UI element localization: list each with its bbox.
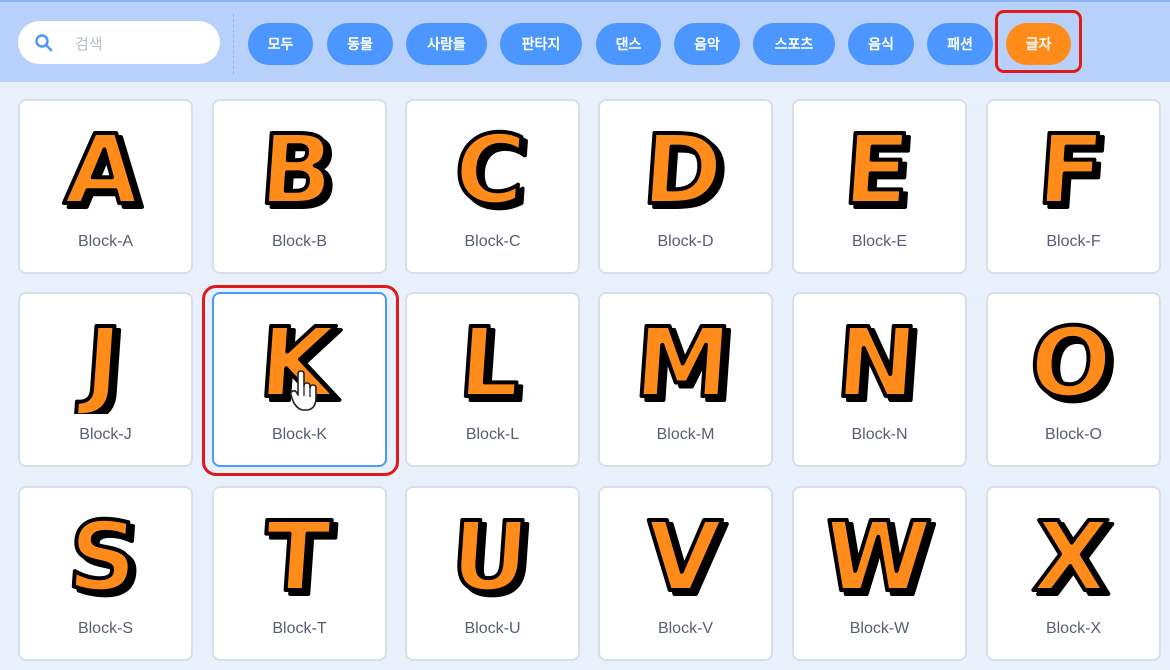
sprite-name: Block-X [1045, 620, 1102, 637]
svg-text:B: B [256, 114, 337, 221]
sprite-name: Block-C [464, 233, 521, 250]
sprite-name: Block-D [657, 233, 714, 250]
sprite-name: Block-W [849, 620, 910, 637]
letter-t-icon: TT [258, 499, 340, 608]
category-people[interactable]: 사람들 [406, 23, 487, 65]
category-fashion[interactable]: 패션 [927, 23, 993, 65]
sprite-tile-block-n[interactable]: N N Block-N [792, 292, 967, 467]
svg-text:D: D [639, 114, 727, 221]
sprite-tile-block-e[interactable]: E E Block-E [792, 99, 967, 274]
search-icon [35, 34, 53, 52]
letter-x-icon: XX [1028, 499, 1119, 608]
sprite-name: Block-U [464, 620, 521, 637]
letter-s-icon: SS [62, 499, 148, 608]
letter-o-icon: OO [1024, 305, 1122, 414]
sprite-tile-block-a[interactable]: A A Block-A [18, 99, 193, 274]
category-dance[interactable]: 댄스 [596, 23, 661, 65]
svg-text:X: X [1030, 501, 1112, 608]
category-music[interactable]: 음악 [674, 23, 740, 65]
letter-e-icon: EE [838, 112, 920, 221]
sprite-tile-block-d[interactable]: D D Block-D [598, 99, 773, 274]
svg-text:V: V [642, 501, 724, 608]
sprite-tile-block-l[interactable]: L L Block-L [405, 292, 580, 467]
svg-text:S: S [64, 501, 141, 608]
svg-text:F: F [1034, 114, 1107, 221]
sprite-name: Block-S [77, 620, 134, 637]
sprite-name: Block-F [1046, 233, 1101, 250]
sprite-tile-block-s[interactable]: S S Block-S [18, 486, 193, 661]
search-input[interactable]: 검색 [18, 21, 220, 64]
letter-a-icon: AA [60, 112, 151, 221]
sprite-tile-block-m[interactable]: M M Block-M [598, 292, 773, 467]
sprite-name: Block-A [77, 233, 134, 250]
sprite-name: Block-B [271, 233, 328, 250]
sprite-tile-block-u[interactable]: U U Block-U [405, 486, 580, 661]
letter-w-icon: WW [826, 499, 936, 608]
svg-text:J: J [75, 307, 125, 414]
sprite-name: Block-E [851, 233, 908, 250]
svg-text:C: C [451, 114, 529, 221]
letter-b-icon: BB [254, 112, 344, 221]
svg-text:A: A [62, 114, 144, 221]
category-sports[interactable]: 스포츠 [753, 23, 835, 65]
sprite-tile-block-x[interactable]: X X Block-X [986, 486, 1161, 661]
sprite-name: Block-T [272, 620, 327, 637]
letter-d-icon: DD [637, 112, 733, 221]
sprite-tile-block-j[interactable]: J J Block-J [18, 292, 193, 467]
letter-u-icon: UU [445, 499, 539, 608]
svg-text:E: E [840, 114, 913, 221]
svg-text:U: U [447, 501, 533, 608]
sprite-tile-block-f[interactable]: F F Block-F [986, 99, 1161, 274]
category-food[interactable]: 음식 [848, 23, 914, 65]
svg-text:L: L [455, 307, 524, 414]
letter-v-icon: VV [640, 499, 731, 608]
letter-n-icon: NN [831, 305, 928, 414]
sprite-tile-block-t[interactable]: T T Block-T [212, 486, 387, 661]
sprite-tile-block-b[interactable]: B B Block-B [212, 99, 387, 274]
sprite-name: Block-O [1045, 426, 1102, 443]
divider [233, 14, 234, 74]
category-all[interactable]: 모두 [248, 23, 313, 65]
sprite-tile-block-w[interactable]: W W Block-W [792, 486, 967, 661]
svg-text:T: T [260, 501, 334, 608]
letter-l-icon: LL [453, 305, 531, 414]
svg-text:N: N [833, 307, 921, 414]
sprite-name: Block-N [851, 426, 908, 443]
letter-m-icon: MM [632, 305, 741, 414]
sprite-tile-block-c[interactable]: C C Block-C [405, 99, 580, 274]
sprite-name: Block-V [657, 620, 714, 637]
letter-f-icon: FF [1032, 112, 1114, 221]
svg-text:M: M [632, 307, 735, 414]
pointer-hand-icon [290, 370, 317, 411]
category-animals[interactable]: 동물 [327, 23, 393, 65]
sprite-tile-block-v[interactable]: V V Block-V [598, 486, 773, 661]
sprite-name: Block-J [79, 426, 132, 443]
search-placeholder: 검색 [75, 35, 103, 53]
letter-j-icon: JJ [73, 305, 131, 414]
svg-text:W: W [826, 501, 934, 608]
sprite-name: Block-L [465, 426, 520, 443]
category-fantasy[interactable]: 판타지 [500, 23, 582, 65]
highlight-letters-category [995, 10, 1082, 73]
sprite-tile-block-o[interactable]: O O Block-O [986, 292, 1161, 467]
svg-text:O: O [1026, 307, 1115, 414]
sprite-name: Block-M [656, 426, 715, 443]
letter-c-icon: CC [449, 112, 536, 221]
